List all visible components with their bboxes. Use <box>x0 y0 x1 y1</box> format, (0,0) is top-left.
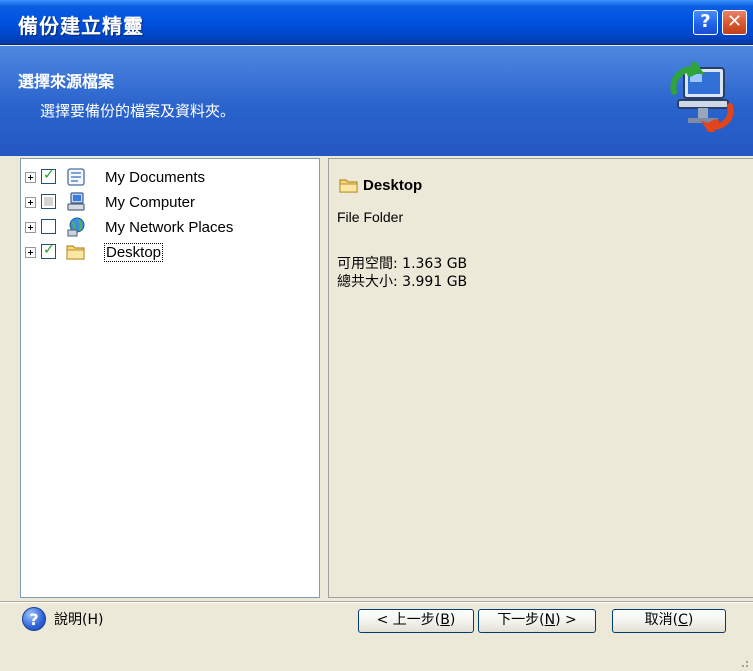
step-title: 選擇來源檔案 <box>18 72 115 91</box>
checkbox-checked[interactable] <box>41 242 56 259</box>
details-name: Desktop <box>363 177 423 194</box>
footer-divider <box>0 601 753 603</box>
step-subtitle: 選擇要備份的檔案及資料夾。 <box>40 102 236 120</box>
help-label: 說明(H) <box>54 612 104 628</box>
cancel-label: 取消( <box>644 612 679 628</box>
next-label-end: ) > <box>555 612 577 628</box>
tree-item-label: My Documents <box>105 169 206 186</box>
back-label: < 上一步( <box>376 612 441 628</box>
backup-computer-icon <box>670 62 734 132</box>
details-total-size: 總共大小: 3.991 GB <box>337 274 468 290</box>
next-label: 下一步( <box>497 612 545 628</box>
help-button[interactable]: ? 說明(H) <box>22 606 103 632</box>
documents-icon <box>67 168 85 186</box>
details-panel: Desktop File Folder 可用空間: 1.363 GB 總共大小:… <box>328 158 753 598</box>
expand-icon[interactable] <box>25 247 36 258</box>
tree-item-my-documents[interactable]: My Documents <box>25 167 315 189</box>
expand-icon[interactable] <box>25 172 36 183</box>
back-button[interactable]: < 上一步(B) <box>358 609 474 633</box>
folder-icon <box>339 179 358 193</box>
details-type: File Folder <box>337 209 404 225</box>
backup-wizard-window: 備份建立精靈 ? ✕ 選擇來源檔案 選擇要備份的檔案及資料夾。 ✓ My Doc… <box>0 0 753 671</box>
checkbox-partial[interactable] <box>41 194 56 209</box>
back-label-end: ) <box>449 612 456 628</box>
tree-item-label: My Network Places <box>105 219 234 236</box>
expand-icon[interactable] <box>25 222 36 233</box>
details-free-space: 可用空間: 1.363 GB <box>337 256 468 272</box>
back-accesskey: B <box>440 612 450 628</box>
title-bar[interactable]: 備份建立精靈 ? ✕ <box>0 0 753 45</box>
expand-icon[interactable] <box>25 197 36 208</box>
checkbox-unchecked[interactable] <box>41 219 56 234</box>
source-tree[interactable]: My Documents My Computer My Network Plac… <box>20 158 320 598</box>
folder-icon <box>66 245 85 260</box>
cancel-button[interactable]: 取消(C) <box>612 609 726 633</box>
next-accesskey: N <box>544 612 556 628</box>
computer-icon <box>67 192 85 211</box>
tree-item-label: My Computer <box>105 194 196 211</box>
cancel-accesskey: C <box>678 612 688 628</box>
tree-item-desktop[interactable]: Desktop <box>25 242 315 264</box>
next-button[interactable]: 下一步(N) > <box>478 609 596 633</box>
tree-item-label: Desktop <box>103 243 164 262</box>
details-title: Desktop <box>339 177 422 194</box>
checkbox-checked[interactable] <box>41 167 56 184</box>
help-icon: ? <box>22 607 46 631</box>
help-title-button[interactable]: ? <box>693 10 718 35</box>
network-places-icon <box>67 217 85 237</box>
window-title: 備份建立精靈 <box>18 14 144 38</box>
tree-item-my-network-places[interactable]: My Network Places <box>25 217 315 239</box>
tree-item-my-computer[interactable]: My Computer <box>25 192 315 214</box>
resize-grip-icon[interactable] <box>736 655 750 669</box>
cancel-label-end: ) <box>687 612 694 628</box>
wizard-header: 選擇來源檔案 選擇要備份的檔案及資料夾。 <box>0 46 753 156</box>
close-button[interactable]: ✕ <box>722 10 747 35</box>
